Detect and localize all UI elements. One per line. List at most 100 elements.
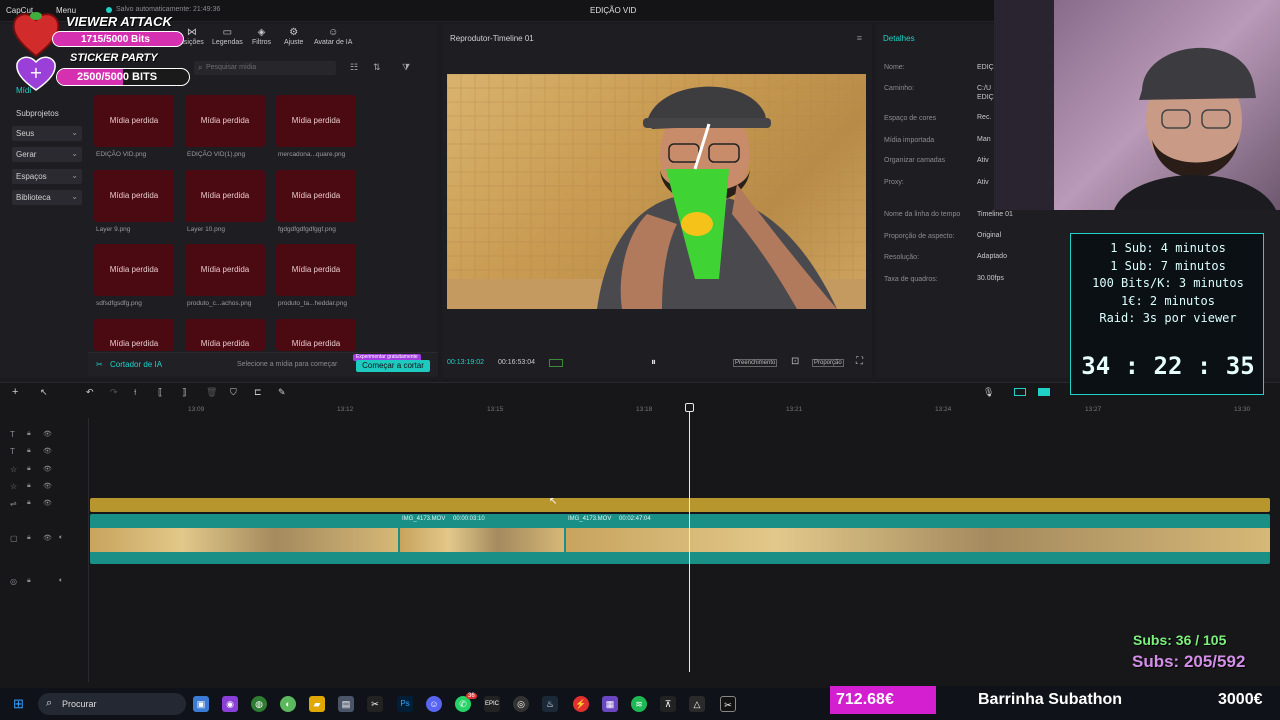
spotify-icon[interactable]: ≋ (631, 696, 647, 712)
playhead-handle[interactable] (685, 403, 694, 412)
speaker-icon[interactable]: 🔈︎ (59, 577, 63, 585)
playhead[interactable] (689, 404, 690, 672)
undo-icon[interactable]: ↶ (86, 387, 94, 398)
detail-value: 30.00fps (977, 275, 1004, 282)
media-tile[interactable]: Mídia perdida (185, 170, 265, 222)
snapshot-icon[interactable]: ⊡ (791, 356, 799, 367)
eye-icon[interactable]: 👁︎ (43, 465, 52, 473)
media-tile[interactable]: Mídia perdida (94, 170, 174, 222)
total-time: 00:16:53:04 (498, 359, 535, 366)
select-tool-icon[interactable]: ↖ (40, 387, 48, 398)
detail-label: Proporção de aspecto: (884, 233, 955, 240)
media-tile[interactable]: Mídia perdida (276, 95, 356, 147)
epic-games-icon[interactable]: EPIC (484, 696, 500, 712)
filter-icon[interactable]: ⧩ (402, 62, 410, 73)
delete-icon[interactable]: 🗑 (206, 387, 217, 398)
search-input[interactable]: ⌕ Pesquisar mídia (194, 61, 336, 75)
tab-ai-avatar[interactable]: ☺ Avatar de IA (314, 28, 352, 47)
eye-icon[interactable]: 👁︎ (43, 430, 52, 438)
media-tile[interactable]: Mídia perdida (94, 95, 174, 147)
pause-button[interactable]: ⏸ (651, 357, 656, 368)
media-tile[interactable]: Mídia perdida (94, 319, 174, 351)
crop-icon[interactable]: ⊏ (254, 387, 262, 398)
media-tile[interactable]: Mídia perdida (276, 319, 356, 351)
split-icon[interactable]: ⟊ (134, 387, 136, 398)
capcut-active-icon[interactable]: ✂ (720, 696, 736, 712)
chrome-icon[interactable]: ◍ (251, 696, 267, 712)
clip-thumbnail-strip (400, 528, 564, 552)
add-icon[interactable]: + (12, 386, 18, 398)
webcam-overlay (994, 0, 1280, 210)
link-icon[interactable] (1014, 388, 1026, 396)
menu-icon[interactable]: ≡ (857, 33, 862, 43)
speaker-icon[interactable]: 🔈︎ (59, 534, 63, 542)
sidebar-item-library[interactable]: Biblioteca ⌄ (12, 190, 82, 205)
media-tile[interactable]: Mídia perdida (185, 95, 265, 147)
app-dark-icon[interactable]: ⊼ (660, 696, 676, 712)
lock-icon[interactable]: 🔒︎ (27, 465, 31, 473)
app-red-icon[interactable]: ⚡ (573, 696, 589, 712)
photoshop-icon[interactable]: Ps (397, 696, 413, 712)
sidebar-item-yours[interactable]: Seus ⌄ (12, 126, 82, 141)
ratio-button[interactable]: Proporção (812, 359, 844, 367)
media-tile[interactable]: Mídia perdida (185, 244, 265, 296)
magnet-icon[interactable] (1038, 388, 1050, 396)
folder-icon[interactable]: ▰ (309, 696, 325, 712)
lock-icon[interactable]: 🔒︎ (27, 430, 31, 438)
filters-icon: ◈ (257, 27, 266, 38)
calculator-icon[interactable]: ▤ (338, 696, 354, 712)
eye-icon[interactable]: 👁︎ (43, 482, 52, 490)
sidebar-item-subprojects[interactable]: Subprojetos (12, 106, 82, 121)
redo-icon[interactable]: ↷ (110, 387, 118, 398)
lock-icon[interactable]: 🔒︎ (27, 577, 31, 585)
lock-icon[interactable]: 🔒︎ (27, 499, 31, 507)
trim-left-icon[interactable]: ⟦ (158, 387, 162, 398)
detail-label: Nome: (884, 64, 905, 71)
tick-label: 13:12 (337, 406, 354, 413)
detail-label: Proxy: (884, 179, 904, 186)
shield-icon[interactable]: ⛉ (230, 387, 237, 398)
lock-icon[interactable]: 🔒︎ (27, 447, 31, 455)
lock-icon[interactable]: 🔒︎ (27, 482, 31, 490)
photos-icon[interactable]: ▣ (193, 696, 209, 712)
eye-icon[interactable]: 👁︎ (43, 534, 52, 542)
tab-captions[interactable]: ▭ Legendas (212, 28, 243, 47)
windows-start-icon[interactable]: ⊞ (13, 696, 29, 712)
lock-icon[interactable]: 🔒︎ (27, 534, 31, 542)
grid-view-icon[interactable]: ☷ (350, 62, 358, 73)
media-tile[interactable]: Mídia perdida (276, 244, 356, 296)
stream-deck-icon[interactable]: ▦ (602, 696, 618, 712)
tab-filters[interactable]: ◈ Filtros (252, 27, 271, 47)
eye-icon[interactable]: 👁︎ (43, 447, 52, 455)
video-preview[interactable] (447, 74, 866, 309)
media-tile[interactable]: Mídia perdida (276, 170, 356, 222)
tick-label: 13:15 (487, 406, 504, 413)
sidebar-item-spaces[interactable]: Espaços ⌄ (12, 169, 82, 184)
steam-icon[interactable]: ♨ (542, 696, 558, 712)
drive-icon[interactable]: △ (689, 696, 705, 712)
microphone-icon[interactable]: 🎙 (983, 387, 994, 398)
fullscreen-icon[interactable]: ⛶ (856, 356, 863, 367)
sort-icon[interactable]: ⇅ (373, 62, 381, 73)
tab-details[interactable]: Detalhes (883, 34, 915, 43)
detail-label: Resolução: (884, 254, 920, 261)
detail-value: Adaptado (977, 253, 1007, 260)
capcut-icon[interactable]: ✂ (367, 696, 383, 712)
clip-duration: 00:02:47:04 (619, 516, 651, 522)
taskbar-search[interactable]: ⌕ Procurar (38, 693, 186, 715)
fill-mode-button[interactable]: Preenchimento (733, 359, 778, 367)
discord-icon[interactable]: ☺ (426, 696, 442, 712)
autosave-status: Salvo automaticamente: 21:49:36 (116, 6, 221, 13)
obs-icon[interactable]: ◎ (513, 696, 529, 712)
tab-adjust[interactable]: ⚙ Ajuste (284, 28, 303, 47)
media-tile[interactable]: Mídia perdida (185, 319, 265, 351)
camera-icon[interactable]: ◉ (222, 696, 238, 712)
trim-right-icon[interactable]: ⟧ (182, 387, 186, 398)
sidebar-item-generate[interactable]: Gerar ⌄ (12, 147, 82, 162)
adjustment-clip[interactable] (90, 498, 1270, 512)
media-tile[interactable]: Mídia perdida (94, 244, 174, 296)
magic-icon[interactable]: ✎ (278, 387, 286, 398)
eye-icon[interactable]: 👁︎ (43, 499, 52, 507)
start-cutting-button[interactable]: Começar a cortar (356, 360, 430, 372)
app-icon[interactable]: ◐ (280, 696, 296, 712)
